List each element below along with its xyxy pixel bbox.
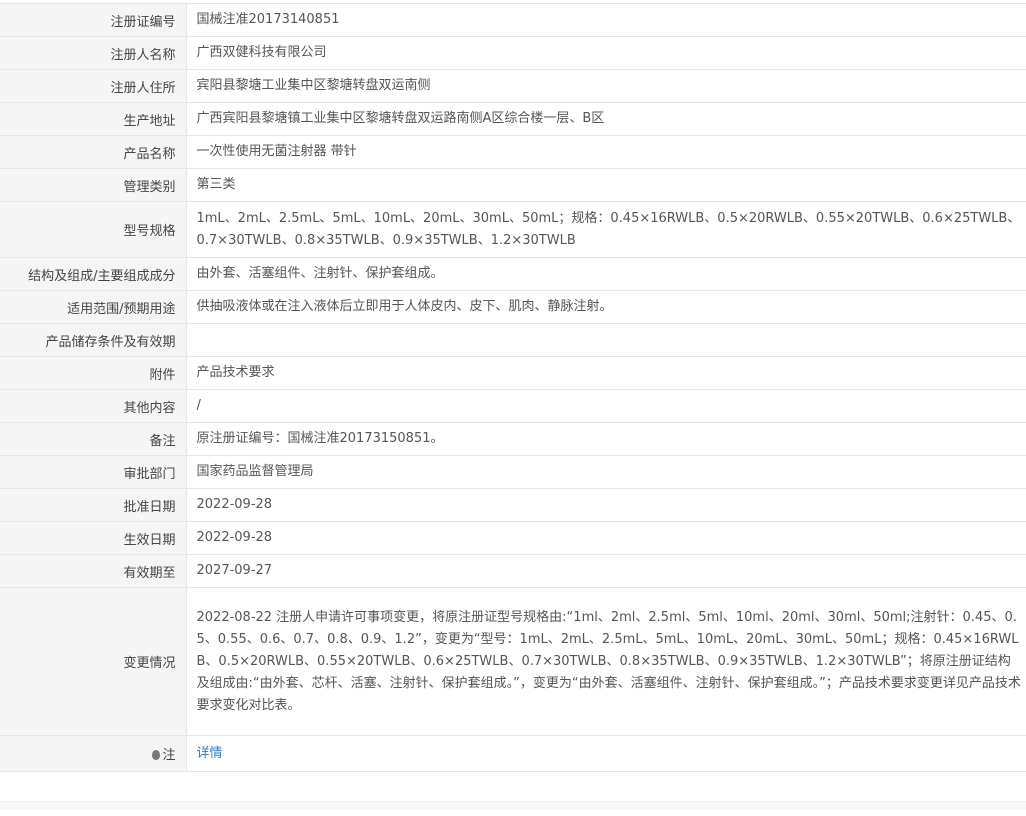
registration-detail-table: 注册证编号 国械注准20173140851 注册人名称 广西双健科技有限公司 注…: [0, 3, 1026, 772]
field-value: 2022-09-28: [196, 497, 273, 512]
field-value: 宾阳县黎塘工业集中区黎塘转盘双运南侧: [196, 78, 431, 93]
field-label: 注册证编号: [0, 3, 187, 37]
field-label: 结构及组成/主要组成成分: [0, 257, 187, 291]
field-label: 变更情况: [0, 587, 187, 736]
row-other-content: 其他内容 /: [0, 389, 1026, 423]
note-label: 注: [162, 748, 176, 763]
row-attachment: 附件 产品技术要求: [0, 356, 1026, 390]
field-value: 国械注准20173140851: [196, 12, 340, 27]
row-remarks: 备注 原注册证编号：国械注准20173150851。: [0, 422, 1026, 456]
row-approval-department: 审批部门 国家药品监督管理局: [0, 455, 1026, 489]
field-label: 批准日期: [0, 488, 187, 522]
field-label: 备注: [0, 422, 187, 456]
field-value: 一次性使用无菌注射器 带针: [196, 144, 357, 159]
field-value: 2022-09-28: [196, 530, 273, 545]
field-value: 广西双健科技有限公司: [196, 45, 327, 60]
field-label: 管理类别: [0, 168, 187, 202]
field-label: 其他内容: [0, 389, 187, 423]
field-label: 型号规格: [0, 201, 187, 258]
lightbulb-icon: [152, 750, 161, 760]
row-structure-composition: 结构及组成/主要组成成分 由外套、活塞组件、注射针、保护套组成。: [0, 257, 1026, 291]
row-note: 注 详情: [0, 735, 1026, 772]
field-label: 适用范围/预期用途: [0, 290, 187, 324]
field-value: 原注册证编号：国械注准20173150851。: [196, 431, 444, 446]
note-label-cell: 注: [0, 735, 187, 772]
field-value: /: [196, 398, 201, 413]
field-label: 审批部门: [0, 455, 187, 489]
row-registrant-name: 注册人名称 广西双健科技有限公司: [0, 36, 1026, 70]
field-value: 第三类: [196, 177, 236, 192]
field-label: 生产地址: [0, 102, 187, 136]
row-change-history: 变更情况 2022-08-22 注册人申请许可事项变更，将原注册证型号规格由:“…: [0, 587, 1026, 736]
field-label: 注册人住所: [0, 69, 187, 103]
field-label: 产品储存条件及有效期: [0, 323, 187, 357]
row-production-address: 生产地址 广西宾阳县黎塘镇工业集中区黎塘转盘双运路南侧A区综合楼一层、B区: [0, 102, 1026, 136]
field-value: 国家药品监督管理局: [196, 464, 314, 479]
field-value: 供抽吸液体或在注入液体后立即用于人体皮内、皮下、肌肉、静脉注射。: [196, 299, 613, 314]
row-registration-number: 注册证编号 国械注准20173140851: [0, 3, 1026, 37]
row-storage-validity: 产品储存条件及有效期: [0, 323, 1026, 357]
field-value: 由外套、活塞组件、注射针、保护套组成。: [196, 266, 444, 281]
details-link[interactable]: 详情: [197, 746, 223, 761]
field-value: 产品技术要求: [196, 365, 275, 380]
field-label: 附件: [0, 356, 187, 390]
row-approval-date: 批准日期 2022-09-28: [0, 488, 1026, 522]
row-model-specification: 型号规格 1mL、2mL、2.5mL、5mL、10mL、20mL、30mL、50…: [0, 201, 1026, 258]
field-label: 注册人名称: [0, 36, 187, 70]
field-label: 有效期至: [0, 554, 187, 588]
field-value: [186, 324, 1026, 357]
note-value-cell: 详情: [186, 736, 1026, 772]
field-label: 产品名称: [0, 135, 187, 169]
row-product-name: 产品名称 一次性使用无菌注射器 带针: [0, 135, 1026, 169]
field-value: 1mL、2mL、2.5mL、5mL、10mL、20mL、30mL、50mL；规格…: [196, 210, 1021, 248]
field-value: 2027-09-27: [196, 563, 273, 578]
row-intended-use: 适用范围/预期用途 供抽吸液体或在注入液体后立即用于人体皮内、皮下、肌肉、静脉注…: [0, 290, 1026, 324]
row-valid-until: 有效期至 2027-09-27: [0, 554, 1026, 588]
field-value: 2022-08-22 注册人申请许可事项变更，将原注册证型号规格由:“1ml、2…: [196, 609, 1021, 713]
field-value: 广西宾阳县黎塘镇工业集中区黎塘转盘双运路南侧A区综合楼一层、B区: [196, 111, 605, 126]
field-label: 生效日期: [0, 521, 187, 555]
row-effective-date: 生效日期 2022-09-28: [0, 521, 1026, 555]
page-bottom-divider: [0, 801, 1026, 810]
row-registrant-address: 注册人住所 宾阳县黎塘工业集中区黎塘转盘双运南侧: [0, 69, 1026, 103]
row-management-category: 管理类别 第三类: [0, 168, 1026, 202]
